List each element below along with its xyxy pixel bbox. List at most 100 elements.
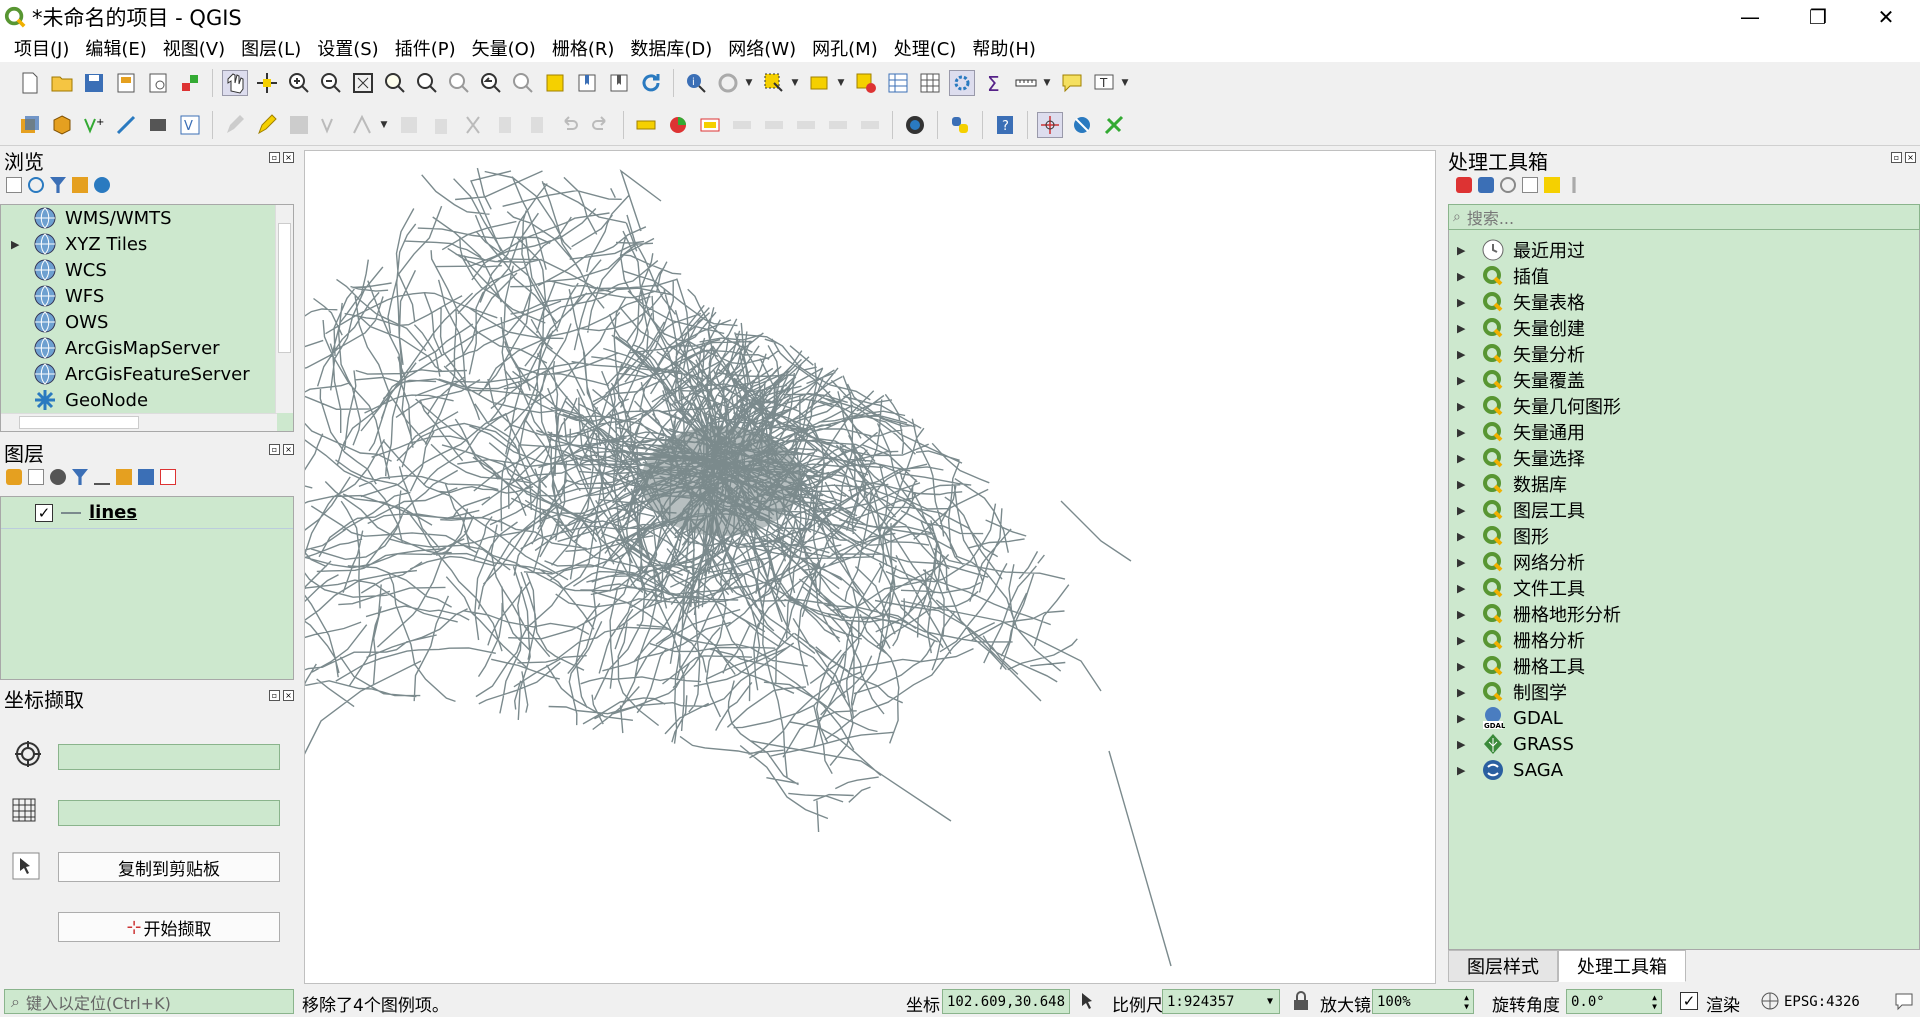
field-calculator-icon[interactable] (917, 70, 943, 96)
browser-item[interactable]: WCS (1, 257, 293, 283)
toolbox-group[interactable]: ▶ 数据库 (1449, 471, 1919, 497)
menu-item[interactable]: 插件(P) (387, 35, 464, 61)
chevron-down-icon[interactable]: ▼ (836, 70, 846, 96)
toolbox-group[interactable]: ▶ 最近用过 (1449, 237, 1919, 263)
coordinate-capture-icon[interactable] (1037, 111, 1063, 138)
add-selected-layers-icon[interactable] (6, 177, 22, 193)
new-spatialite-icon[interactable] (145, 112, 171, 138)
layer-visibility-checkbox[interactable]: ✓ (35, 503, 53, 522)
menu-item[interactable]: 视图(V) (155, 35, 233, 61)
label-highlight-icon[interactable] (697, 112, 723, 138)
expand-arrow-icon[interactable]: ▶ (1457, 556, 1481, 569)
mouse-track-icon[interactable] (12, 852, 40, 880)
close-panel-icon[interactable]: × (283, 690, 294, 701)
zoom-next-icon[interactable] (510, 70, 536, 96)
pan-map-icon[interactable] (222, 70, 248, 96)
browser-item[interactable]: ArcGisMapServer (1, 335, 293, 361)
toolbox-group[interactable]: ▶ 矢量创建 (1449, 315, 1919, 341)
crosshair-crs-icon[interactable] (14, 740, 42, 768)
edit-features-in-place-icon[interactable] (1544, 177, 1560, 193)
browser-item[interactable]: ArcGisFeatureServer (1, 361, 293, 387)
add-feature-icon[interactable] (318, 112, 344, 138)
undo-icon[interactable] (556, 112, 582, 138)
chevron-down-icon[interactable]: ▼ (790, 70, 800, 96)
toolbox-group[interactable]: ▶ 制图学 (1449, 679, 1919, 705)
cut-features-icon[interactable] (460, 112, 486, 138)
toolbox-search-input[interactable]: ⌕ 搜索... (1448, 204, 1920, 230)
add-group-icon[interactable] (28, 469, 44, 485)
close-panel-icon[interactable]: × (1905, 152, 1916, 163)
map-crs-coordinate-field[interactable] (58, 744, 280, 770)
data-source-manager-icon[interactable] (17, 112, 43, 138)
options-icon[interactable] (1572, 177, 1576, 193)
processing-toolbox-icon[interactable] (949, 70, 975, 96)
manage-visibility-icon[interactable] (50, 469, 66, 485)
save-project-icon[interactable] (81, 70, 107, 96)
toolbox-group[interactable]: ▶ 矢量分析 (1449, 341, 1919, 367)
new-shapefile-icon[interactable]: + (81, 112, 107, 138)
copy-to-clipboard-button[interactable]: 复制到剪贴板 (58, 852, 280, 882)
style-manager-icon[interactable] (177, 70, 203, 96)
pan-to-selection-icon[interactable] (254, 70, 280, 96)
zoom-to-layer-icon[interactable] (414, 70, 440, 96)
expand-arrow-icon[interactable]: ▶ (1457, 608, 1481, 621)
remove-layer-icon[interactable] (160, 469, 176, 485)
dock-tab[interactable]: 图层样式 (1448, 950, 1558, 982)
new-virtual-layer-icon[interactable]: V (177, 112, 203, 138)
toolbox-group[interactable]: ▶ 网络分析 (1449, 549, 1919, 575)
layout-manager-icon[interactable] (145, 70, 171, 96)
crs-label[interactable]: EPSG:4326 (1784, 994, 1860, 1010)
expand-arrow-icon[interactable]: ▶ (1457, 530, 1481, 543)
collapse-all-icon[interactable] (72, 177, 88, 193)
menu-item[interactable]: 设置(S) (309, 35, 386, 61)
gps-tools-icon[interactable] (1101, 112, 1127, 138)
move-label-icon[interactable] (793, 112, 819, 138)
toolbox-group[interactable]: ▶ 矢量几何图形 (1449, 393, 1919, 419)
help-icon[interactable]: ? (992, 112, 1018, 138)
dock-tab[interactable]: 处理工具箱 (1558, 950, 1686, 982)
select-by-value-icon[interactable] (807, 70, 833, 96)
expand-arrow-icon[interactable]: ▶ (1457, 738, 1481, 751)
zoom-full-icon[interactable] (350, 70, 376, 96)
zoom-native-icon[interactable] (446, 70, 472, 96)
filter-icon[interactable] (50, 177, 66, 193)
expand-arrow-icon[interactable]: ▶ (1457, 244, 1481, 257)
globe-icon[interactable] (1760, 991, 1780, 1011)
expand-arrow-icon[interactable]: ▶ (1457, 712, 1481, 725)
new-geopackage-icon[interactable] (49, 112, 75, 138)
menu-item[interactable]: 数据库(D) (622, 35, 720, 61)
select-features-icon[interactable] (761, 70, 787, 96)
coordinate-field[interactable]: 102.609,30.648 (942, 989, 1070, 1014)
chevron-down-icon[interactable]: ▼ (744, 70, 754, 96)
new-bookmark-icon[interactable] (574, 70, 600, 96)
menu-item[interactable]: 矢量(O) (464, 35, 544, 61)
float-panel-icon[interactable]: ▫ (269, 690, 280, 701)
menu-item[interactable]: 项目(J) (6, 35, 77, 61)
menu-item[interactable]: 网孔(M) (804, 35, 886, 61)
zoom-out-icon[interactable] (318, 70, 344, 96)
expand-arrow-icon[interactable]: ▶ (1457, 374, 1481, 387)
locator-search-input[interactable]: ⌕ 键入以定位(Ctrl+K) (4, 989, 294, 1014)
scripts-icon[interactable] (1478, 177, 1494, 193)
menu-item[interactable]: 网络(W) (720, 35, 804, 61)
open-project-icon[interactable] (49, 70, 75, 96)
lock-icon[interactable] (1292, 991, 1310, 1011)
minimize-button[interactable]: — (1716, 0, 1784, 34)
toolbox-group[interactable]: ▶ 图形 (1449, 523, 1919, 549)
expand-arrow-icon[interactable]: ▶ (1457, 764, 1481, 777)
expand-all-icon[interactable] (116, 469, 132, 485)
close-panel-icon[interactable]: × (283, 444, 294, 455)
chevron-down-icon[interactable]: ▼ (379, 112, 389, 138)
map-canvas[interactable] (234, 150, 1436, 984)
toolbox-group[interactable]: ▶ 文件工具 (1449, 575, 1919, 601)
filter-expression-icon[interactable] (94, 469, 110, 485)
toolbox-group[interactable]: ▶ 插值 (1449, 263, 1919, 289)
diagram-options-icon[interactable] (665, 112, 691, 138)
delete-selected-icon[interactable] (428, 112, 454, 138)
float-panel-icon[interactable]: ▫ (1891, 152, 1902, 163)
expand-arrow-icon[interactable]: ▶ (11, 238, 33, 251)
zoom-in-icon[interactable] (286, 70, 312, 96)
pin-labels-icon[interactable] (729, 112, 755, 138)
style-panel-icon[interactable] (6, 469, 22, 485)
expand-arrow-icon[interactable]: ▶ (1457, 504, 1481, 517)
